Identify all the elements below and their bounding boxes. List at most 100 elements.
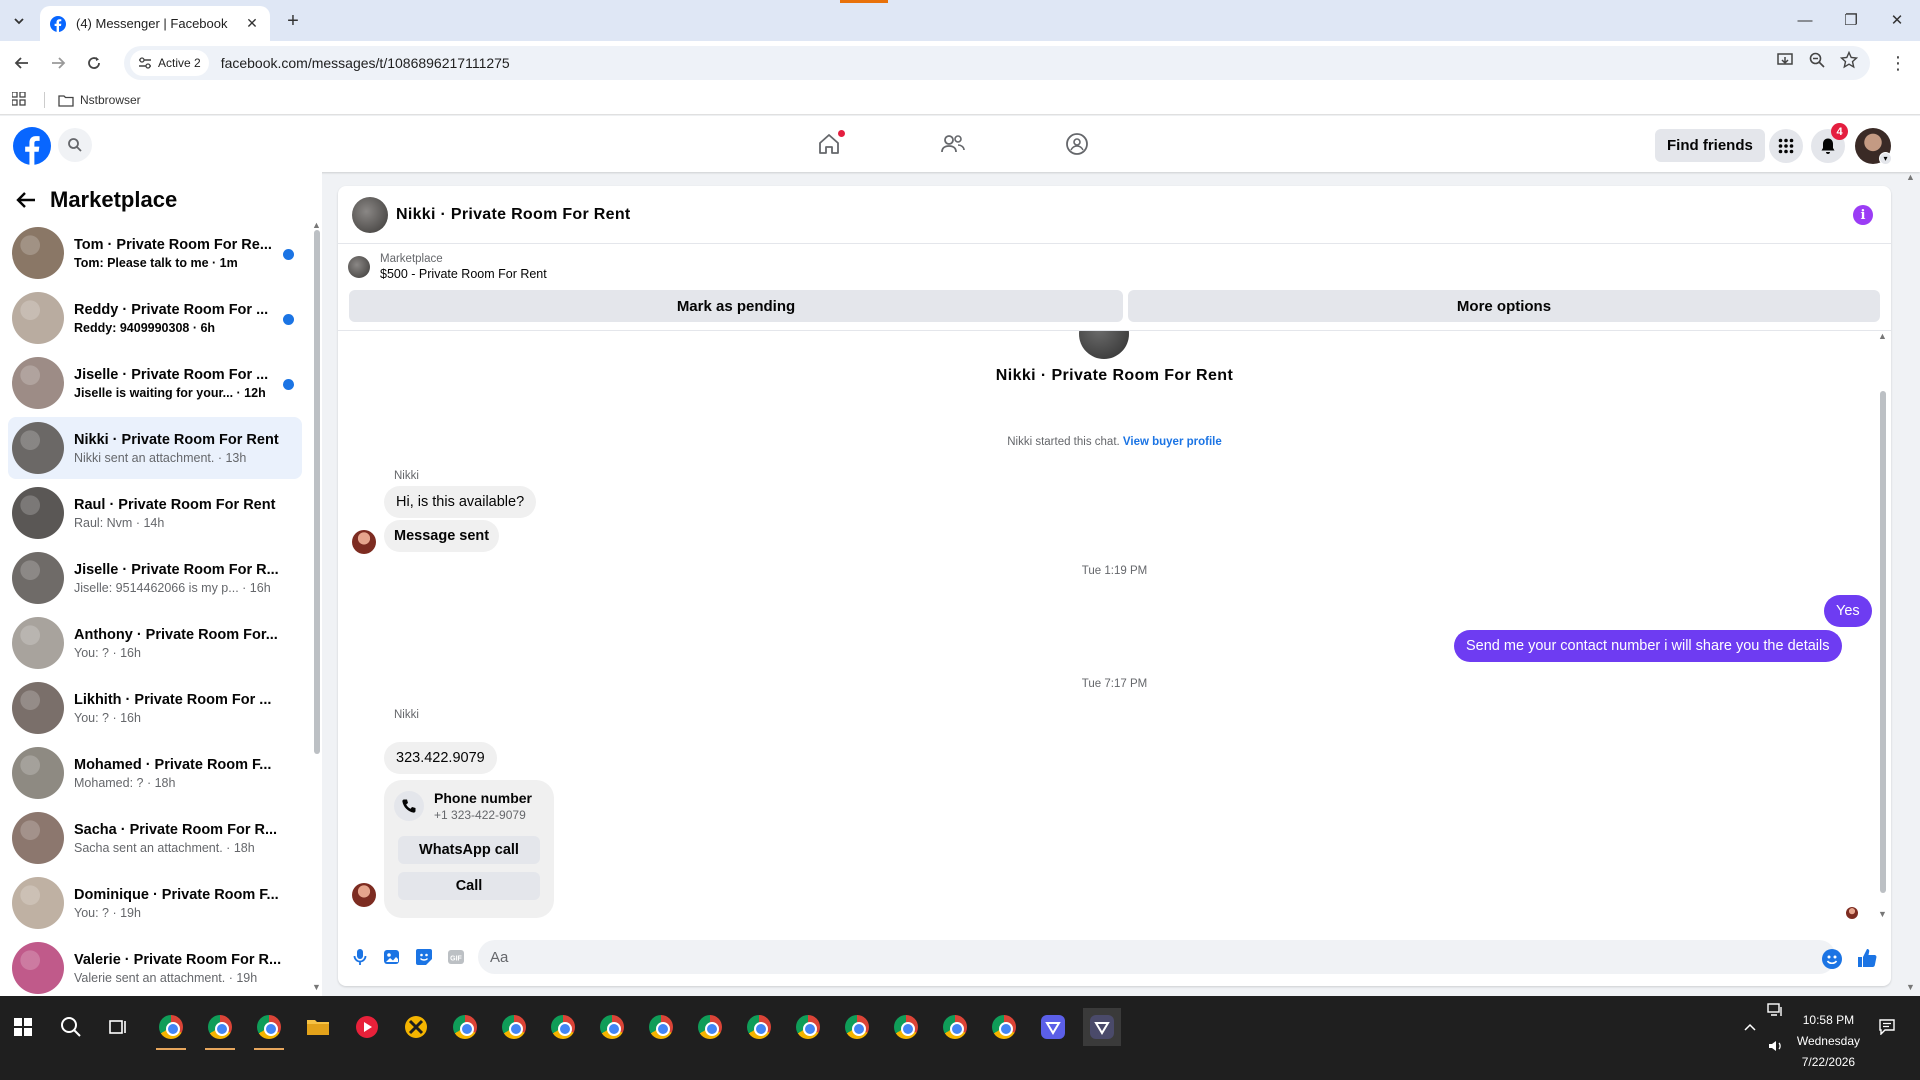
chrome-icon[interactable] bbox=[887, 1008, 925, 1046]
restore-icon[interactable]: ❐ bbox=[1828, 8, 1874, 32]
network-icon[interactable] bbox=[1764, 998, 1788, 1022]
windows-start-icon[interactable] bbox=[4, 1008, 42, 1046]
listing-summary[interactable]: Marketplace $500 - Private Room For Rent bbox=[348, 252, 547, 282]
nstbrowser-active-icon[interactable] bbox=[1083, 1008, 1121, 1046]
nstbrowser-icon[interactable] bbox=[1034, 1008, 1072, 1046]
thread-name: Nikki · Private Room For Rent bbox=[995, 367, 1234, 384]
like-thumb-icon[interactable] bbox=[1856, 947, 1878, 969]
close-window-icon[interactable]: ✕ bbox=[1874, 8, 1920, 32]
incoming-message[interactable]: 323.422.9079 bbox=[384, 742, 497, 774]
task-view-icon[interactable] bbox=[100, 1008, 138, 1046]
conversation-item[interactable]: Jiselle · Private Room For R... Jiselle: … bbox=[8, 547, 302, 609]
chrome-icon[interactable] bbox=[985, 1008, 1023, 1046]
chrome-profile-icon[interactable] bbox=[201, 1008, 239, 1050]
chrome-icon[interactable] bbox=[740, 1008, 778, 1046]
find-friends-button[interactable]: Find friends bbox=[1655, 129, 1765, 162]
system-clock[interactable]: 10:58 PM Wednesday 7/22/2026 bbox=[1797, 1010, 1860, 1073]
friends-nav-button[interactable] bbox=[939, 130, 967, 158]
chat-scroll-up-icon[interactable]: ▲ bbox=[1878, 331, 1887, 341]
address-bar[interactable]: Active 2 facebook.com/messages/t/1086896… bbox=[124, 46, 1870, 80]
show-hidden-icons-chevron-icon[interactable] bbox=[1738, 1008, 1762, 1046]
reload-icon[interactable] bbox=[82, 51, 106, 75]
conversation-item[interactable]: Likhith · Private Room For ... You: ? · 1… bbox=[8, 677, 302, 739]
back-icon[interactable] bbox=[10, 51, 34, 75]
notifications-button[interactable]: 4 bbox=[1811, 123, 1848, 163]
sticker-icon[interactable] bbox=[414, 947, 434, 967]
conversation-item[interactable]: Jiselle · Private Room For ... Jiselle is… bbox=[8, 352, 302, 414]
phone-card-number: +1 323-422-9079 bbox=[434, 808, 526, 822]
tab-search-chevron-icon[interactable] bbox=[8, 10, 30, 32]
chrome-icon[interactable] bbox=[789, 1008, 827, 1046]
chrome-icon[interactable] bbox=[691, 1008, 729, 1046]
account-chevron-icon[interactable]: ▾ bbox=[1879, 152, 1892, 165]
notification-center-icon[interactable] bbox=[1870, 1008, 1904, 1046]
media-player-icon[interactable] bbox=[348, 1008, 386, 1046]
back-arrow-icon[interactable] bbox=[16, 191, 36, 209]
chat-avatar[interactable] bbox=[352, 196, 388, 233]
conversation-item[interactable]: Sacha · Private Room For R... Sacha sent … bbox=[8, 807, 302, 869]
chrome-icon[interactable] bbox=[642, 1008, 680, 1046]
chrome-icon[interactable] bbox=[446, 1008, 484, 1046]
groups-nav-button[interactable] bbox=[1063, 130, 1091, 158]
chrome-icon[interactable] bbox=[936, 1008, 974, 1046]
conversation-item[interactable]: Nikki · Private Room For Rent Nikki sent … bbox=[8, 417, 302, 479]
more-options-button[interactable]: More options bbox=[1128, 290, 1880, 322]
mark-as-pending-button[interactable]: Mark as pending bbox=[349, 290, 1123, 322]
chat-title[interactable]: Nikki · Private Room For Rent bbox=[396, 206, 631, 224]
conversation-item[interactable]: Raul · Private Room For Rent Raul: Nvm · … bbox=[8, 482, 302, 544]
sidebar-scrollbar[interactable] bbox=[314, 230, 320, 754]
incoming-message[interactable]: Message sent bbox=[384, 520, 500, 552]
new-tab-icon[interactable]: + bbox=[282, 10, 304, 32]
sidebar-scroll-up-icon[interactable]: ▲ bbox=[312, 220, 321, 230]
site-info-chip[interactable]: Active 2 bbox=[130, 50, 209, 76]
chrome-icon[interactable] bbox=[838, 1008, 876, 1046]
chrome-profile-icon[interactable] bbox=[152, 1008, 190, 1050]
view-buyer-profile-link[interactable]: View buyer profile bbox=[1123, 436, 1222, 448]
sidebar-scroll-down-icon[interactable]: ▼ bbox=[312, 982, 321, 992]
file-explorer-icon[interactable] bbox=[299, 1008, 337, 1046]
message-input[interactable] bbox=[478, 940, 1836, 974]
apps-grid-icon[interactable] bbox=[12, 92, 26, 106]
volume-icon[interactable] bbox=[1764, 1034, 1788, 1058]
chat-scrollbar[interactable] bbox=[1880, 391, 1886, 893]
incoming-message[interactable]: Hi, is this available? bbox=[384, 486, 537, 518]
chat-scroll-down-icon[interactable]: ▼ bbox=[1878, 909, 1887, 919]
minimize-icon[interactable]: — bbox=[1782, 8, 1828, 32]
chrome-icon[interactable] bbox=[544, 1008, 582, 1046]
emoji-icon[interactable] bbox=[1822, 949, 1842, 969]
conversation-item[interactable]: Tom · Private Room For Re... Tom: Please … bbox=[8, 222, 302, 284]
conversation-thumbnail bbox=[12, 877, 64, 929]
conversation-item[interactable]: Mohamed · Private Room F... Mohamed: ? · … bbox=[8, 742, 302, 804]
photo-icon[interactable] bbox=[382, 947, 402, 967]
conversation-item[interactable]: Valerie · Private Room For R... Valerie s… bbox=[8, 937, 302, 999]
browser-menu-icon[interactable]: ⋮ bbox=[1888, 51, 1908, 75]
whatsapp-call-button[interactable]: WhatsApp call bbox=[398, 836, 540, 864]
facebook-logo-icon[interactable] bbox=[13, 127, 51, 165]
bookmark-star-icon[interactable] bbox=[1840, 51, 1858, 69]
page-scroll-up-icon[interactable]: ▲ bbox=[1906, 172, 1915, 182]
zoom-icon[interactable] bbox=[1808, 51, 1826, 69]
gif-icon[interactable]: GIF bbox=[446, 947, 466, 967]
home-nav-button[interactable] bbox=[815, 130, 845, 158]
bookmark-folder[interactable]: Nstbrowser bbox=[58, 90, 141, 110]
conversation-item[interactable]: Anthony · Private Room For... You: ? · 16… bbox=[8, 612, 302, 674]
outgoing-message[interactable]: Send me your contact number i will share… bbox=[1454, 630, 1842, 662]
xbox-icon[interactable] bbox=[397, 1008, 435, 1046]
chrome-icon[interactable] bbox=[593, 1008, 631, 1046]
call-button[interactable]: Call bbox=[398, 872, 540, 900]
menu-grid-button[interactable] bbox=[1769, 129, 1803, 163]
install-app-icon[interactable] bbox=[1776, 51, 1794, 69]
taskbar-search-icon[interactable] bbox=[52, 1008, 90, 1046]
browser-tab[interactable]: (4) Messenger | Facebook ✕ bbox=[40, 6, 270, 41]
outgoing-message[interactable]: Yes bbox=[1824, 595, 1872, 627]
conversation-item[interactable]: Dominique · Private Room F... You: ? · 19… bbox=[8, 872, 302, 934]
conversation-item[interactable]: Reddy · Private Room For ... Reddy: 94099… bbox=[8, 287, 302, 349]
tab-close-icon[interactable]: ✕ bbox=[244, 15, 260, 32]
info-icon[interactable]: i bbox=[1853, 205, 1873, 225]
chrome-icon[interactable] bbox=[495, 1008, 533, 1046]
microphone-icon[interactable] bbox=[350, 947, 370, 967]
chrome-profile-icon[interactable] bbox=[250, 1008, 288, 1050]
facebook-search-button[interactable] bbox=[58, 128, 92, 162]
forward-icon[interactable] bbox=[46, 51, 70, 75]
page-scroll-down-icon[interactable]: ▼ bbox=[1906, 982, 1915, 992]
